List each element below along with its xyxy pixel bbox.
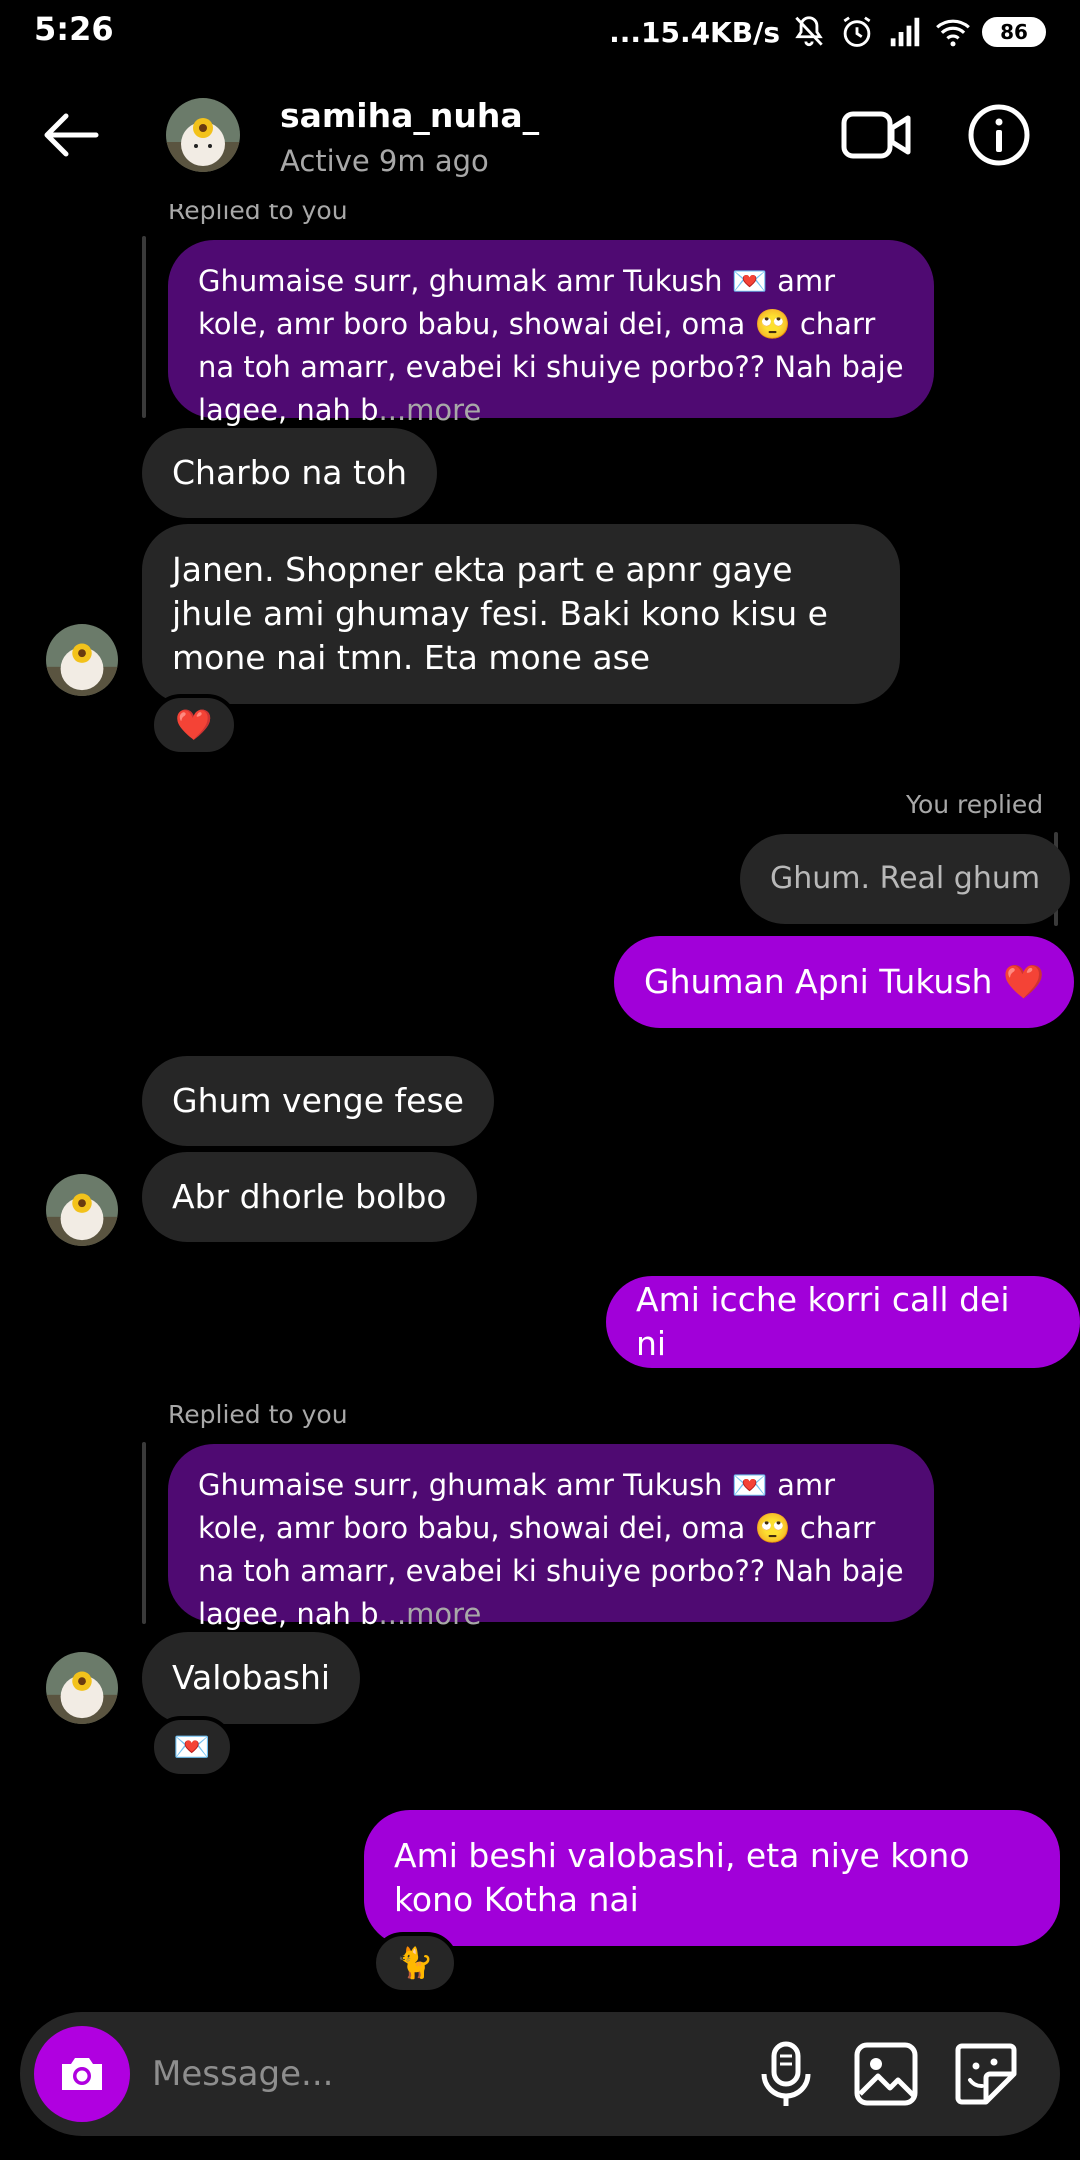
quoted-message[interactable]: Ghumaise surr, ghumak amr Tukush 💌 amr k… [168, 1444, 934, 1631]
more-link[interactable]: ...more [379, 1597, 482, 1631]
more-link[interactable]: ...more [379, 393, 482, 427]
reply-line [142, 1442, 146, 1624]
outgoing-message[interactable]: Ami beshi valobashi, eta niye kono kono … [364, 1810, 1060, 1946]
camera-button[interactable] [34, 2026, 130, 2122]
battery-icon: 86 [982, 17, 1046, 47]
quoted-text: Ghumaise surr, ghumak amr Tukush 💌 amr k… [198, 264, 904, 427]
back-arrow-icon[interactable] [36, 100, 106, 170]
contact-avatar-small[interactable] [46, 1174, 118, 1246]
message-text: Ami icche korri call dei ni [636, 1280, 1010, 1363]
status-time: 5:26 [34, 10, 114, 48]
message-text: Ghuman Apni Tukush ❤️ [644, 962, 1045, 1001]
message-text: Abr dhorle bolbo [172, 1177, 447, 1216]
sticker-icon[interactable] [952, 2040, 1020, 2108]
camera-icon [62, 2058, 102, 2090]
status-bar: 5:26 ...15.4KB/s 86 [0, 0, 1080, 64]
reaction-heart[interactable]: ❤️ [150, 694, 238, 756]
outgoing-message[interactable]: Ami icche korri call dei ni [606, 1276, 1080, 1368]
incoming-message[interactable]: Abr dhorle bolbo [142, 1152, 477, 1242]
reply-line [142, 236, 146, 418]
contact-avatar[interactable] [166, 98, 240, 172]
quoted-text: Ghumaise surr, ghumak amr Tukush 💌 amr k… [198, 1468, 904, 1631]
message-text: Janen. Shopner ekta part e apnr gaye jhu… [172, 550, 828, 677]
incoming-message[interactable]: Ghum venge fese [142, 1056, 494, 1146]
reaction-cat[interactable]: 🐈 [372, 1932, 458, 1994]
chat-header: samiha_nuha_ Active 9m ago [0, 64, 1080, 204]
message-input[interactable] [152, 2044, 712, 2104]
quoted-message[interactable]: Ghum. Real ghum [740, 834, 1071, 924]
microphone-icon[interactable] [754, 2040, 818, 2108]
you-replied-label: You replied [906, 790, 1044, 819]
video-call-icon[interactable] [840, 100, 914, 170]
contact-name[interactable]: samiha_nuha_ [280, 96, 539, 135]
alarm-icon [843, 16, 871, 47]
gallery-icon[interactable] [852, 2040, 920, 2108]
status-icons: ...15.4KB/s 86 [609, 10, 1046, 54]
message-text: Ami beshi valobashi, eta niye kono kono … [394, 1836, 970, 1919]
mute-icon [795, 16, 823, 47]
message-composer [20, 2012, 1060, 2136]
quoted-message[interactable]: Ghumaise surr, ghumak amr Tukush 💌 amr k… [168, 240, 934, 427]
message-text: Charbo na toh [172, 453, 408, 492]
info-icon[interactable] [964, 100, 1034, 170]
contact-avatar-small[interactable] [46, 624, 118, 696]
reaction-love-letter[interactable]: 💌 [150, 1716, 234, 1778]
outgoing-message[interactable]: Ghuman Apni Tukush ❤️ [614, 936, 1075, 1028]
incoming-message[interactable]: Valobashi [142, 1632, 361, 1724]
contact-avatar-small[interactable] [46, 1652, 118, 1724]
signal-icon [890, 17, 920, 47]
message-text: Valobashi [172, 1658, 331, 1697]
reply-label: Replied to you [168, 204, 348, 225]
message-text: Ghum venge fese [172, 1081, 464, 1120]
message-list[interactable]: Replied to you Ghumaise surr, ghumak amr… [0, 204, 1080, 2000]
reply-label: Replied to you [168, 1400, 348, 1429]
incoming-message[interactable]: Charbo na toh [142, 428, 438, 518]
contact-active-status: Active 9m ago [280, 144, 489, 178]
wifi-icon [936, 19, 970, 47]
quoted-text: Ghum. Real ghum [770, 861, 1041, 896]
network-speed: ...15.4KB/s [609, 15, 780, 49]
incoming-message[interactable]: Janen. Shopner ekta part e apnr gaye jhu… [142, 524, 900, 704]
